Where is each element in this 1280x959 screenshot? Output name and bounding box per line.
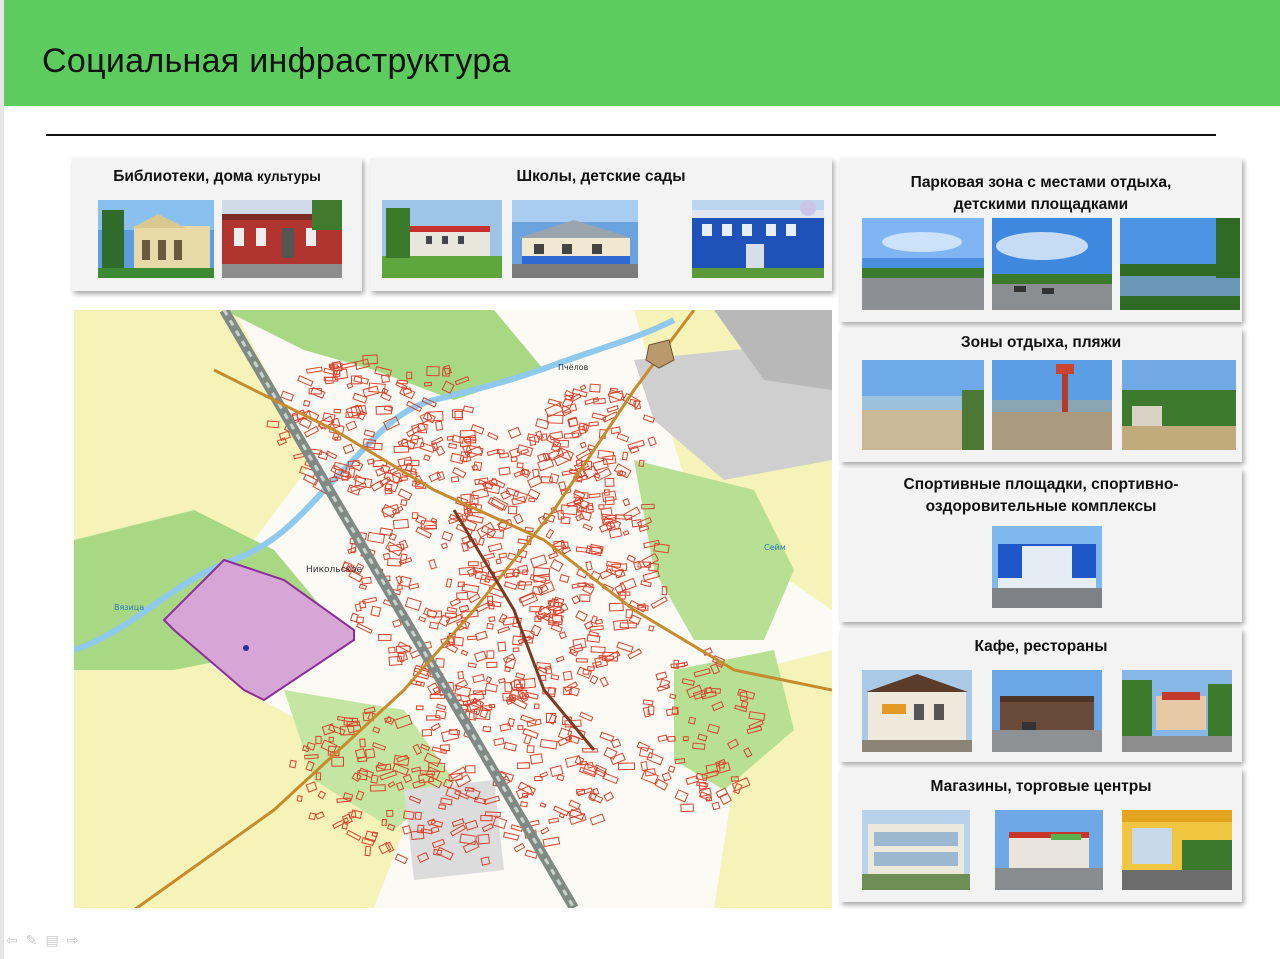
menu-icon[interactable]: ▤ — [45, 932, 58, 952]
cafe-photo-1 — [862, 670, 972, 752]
map-label-seim: Сейм — [764, 543, 786, 552]
card-parks: Парковая зона с местами отдыха, детскими… — [840, 158, 1242, 322]
library-photo-2 — [222, 200, 342, 278]
library-photo-1 — [98, 200, 214, 278]
park-photo-2 — [992, 218, 1112, 310]
park-photo-1 — [862, 218, 984, 310]
card-cafes-title: Кафе, рестораны — [974, 638, 1108, 655]
map-label-pchelov: Пчёлов — [558, 363, 589, 372]
back-arrow-icon[interactable]: ⇦ — [6, 932, 18, 952]
cafe-photo-3 — [1122, 670, 1232, 752]
beach-photo-3 — [1122, 360, 1236, 450]
slide-nav[interactable]: ⇦ ✎ ▤ ⇨ — [6, 932, 78, 952]
card-libraries-title-main: Библиотеки, дома — [113, 168, 257, 185]
card-parks-title: Парковая зона с местами отдыха, детскими… — [840, 172, 1242, 216]
card-libraries: Библиотеки, дома культуры — [72, 158, 362, 291]
shop-photo-3 — [1122, 810, 1232, 890]
card-beaches: Зоны отдыха, пляжи — [840, 328, 1242, 462]
page-title: Социальная инфраструктура — [42, 42, 511, 80]
school-photo-3 — [692, 200, 824, 278]
beach-photo-2 — [992, 360, 1112, 450]
park-photo-3 — [1120, 218, 1240, 310]
card-schools: Школы, детские сады — [370, 158, 832, 291]
card-parks-title-line2: детскими площадками — [953, 196, 1129, 213]
card-parks-title-line1: Парковая зона с местами отдыха, — [910, 174, 1172, 191]
forward-arrow-icon[interactable]: ⇨ — [67, 932, 79, 952]
card-cafes: Кафе, рестораны — [840, 628, 1242, 762]
slide-left-edge — [0, 0, 4, 959]
map-label-vyazica: Вязица — [114, 603, 144, 612]
beach-photo-1 — [862, 360, 984, 450]
cafe-photo-2 — [992, 670, 1102, 752]
school-photo-1 — [382, 200, 502, 278]
school-photo-2 — [512, 200, 638, 278]
card-shops: Магазины, торговые центры — [840, 768, 1242, 902]
card-sports-title: Спортивные площадки, спортивно- оздорови… — [840, 474, 1242, 518]
card-schools-title: Школы, детские сады — [516, 168, 686, 185]
pen-icon[interactable]: ✎ — [26, 932, 38, 952]
title-divider — [46, 134, 1216, 136]
card-libraries-title-small: культуры — [256, 169, 321, 184]
card-shops-title: Магазины, торговые центры — [930, 778, 1152, 795]
card-sports-title-line1: Спортивные площадки, спортивно- — [903, 476, 1179, 493]
card-sports-title-line2: оздоровительные комплексы — [925, 498, 1157, 515]
settlement-map[interactable]: Никольское Пчёлов Сейм Вязица — [74, 310, 832, 908]
shop-photo-2 — [995, 810, 1103, 890]
card-libraries-title: Библиотеки, дома культуры — [72, 166, 362, 188]
title-bar: Социальная инфраструктура — [4, 0, 1280, 106]
map-label-nikolskoe: Никольское — [306, 565, 363, 575]
card-beaches-title: Зоны отдыха, пляжи — [960, 334, 1122, 351]
card-sports: Спортивные площадки, спортивно- оздорови… — [840, 468, 1242, 622]
sports-photo-1 — [992, 526, 1102, 608]
shop-photo-1 — [862, 810, 970, 890]
